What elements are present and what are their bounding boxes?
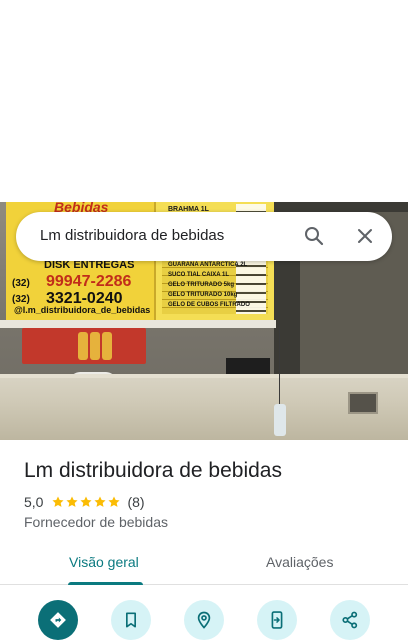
bookmark-icon	[126, 612, 136, 628]
rating-stars	[51, 495, 121, 509]
close-icon[interactable]	[353, 224, 377, 248]
send-to-phone-button[interactable]	[257, 600, 297, 640]
search-bar[interactable]: Lm distribuidora de bebidas	[16, 212, 392, 261]
photo-price-item: GELO TRITURADO 10kg	[168, 292, 238, 298]
send-to-phone-icon	[271, 611, 283, 629]
star-icon	[80, 496, 93, 507]
search-icon[interactable]	[302, 224, 326, 248]
star-icon	[66, 496, 79, 507]
tab-bar: Visão geral Avaliações	[0, 545, 408, 585]
rating-value: 5,0	[24, 494, 44, 510]
photo-price-item: SUCO TIAL CAIXA 1L	[168, 272, 230, 278]
photo-cord	[279, 324, 280, 404]
photo-hanging-bottle	[274, 404, 286, 436]
photo-banner-code1: (32)	[12, 278, 30, 289]
share-button[interactable]	[330, 600, 370, 640]
photo-banner-code2: (32)	[12, 294, 30, 305]
star-icon	[108, 496, 121, 507]
tab-overview[interactable]: Visão geral	[69, 554, 139, 570]
nearby-button[interactable]	[184, 600, 224, 640]
review-count[interactable]: (8)	[127, 494, 144, 510]
photo-price-item: GELO TRITURADO 5kg	[168, 282, 235, 288]
photo-price-item: GUARANA ANTARCTICA 2L	[168, 262, 248, 268]
share-icon	[342, 611, 358, 629]
search-query[interactable]: Lm distribuidora de bebidas	[40, 227, 224, 244]
blank-top-area	[0, 0, 408, 202]
star-icon	[94, 496, 107, 507]
nearby-icon	[197, 611, 211, 629]
place-category: Fornecedor de bebidas	[24, 514, 168, 530]
action-bar	[0, 598, 408, 642]
photo-red-banner	[22, 328, 146, 364]
photo-banner-instagram: @l.m_distribuidora_de_bebidas	[14, 305, 151, 315]
rating-row[interactable]: 5,0 (8)	[24, 493, 145, 511]
photo-strip	[0, 320, 276, 328]
photo-price-item: GELO DE CUBOS FILTRADO	[168, 302, 250, 308]
photo-counter	[0, 378, 408, 440]
tab-reviews[interactable]: Avaliações	[266, 554, 333, 570]
directions-icon	[50, 612, 66, 628]
photo-vent	[348, 392, 378, 414]
tab-active-indicator	[68, 582, 143, 585]
directions-button[interactable]	[38, 600, 78, 640]
place-title: Lm distribuidora de bebidas	[24, 459, 282, 482]
save-button[interactable]	[111, 600, 151, 640]
photo-banner-phone1: 99947-2286	[46, 273, 132, 290]
star-icon	[52, 496, 65, 507]
